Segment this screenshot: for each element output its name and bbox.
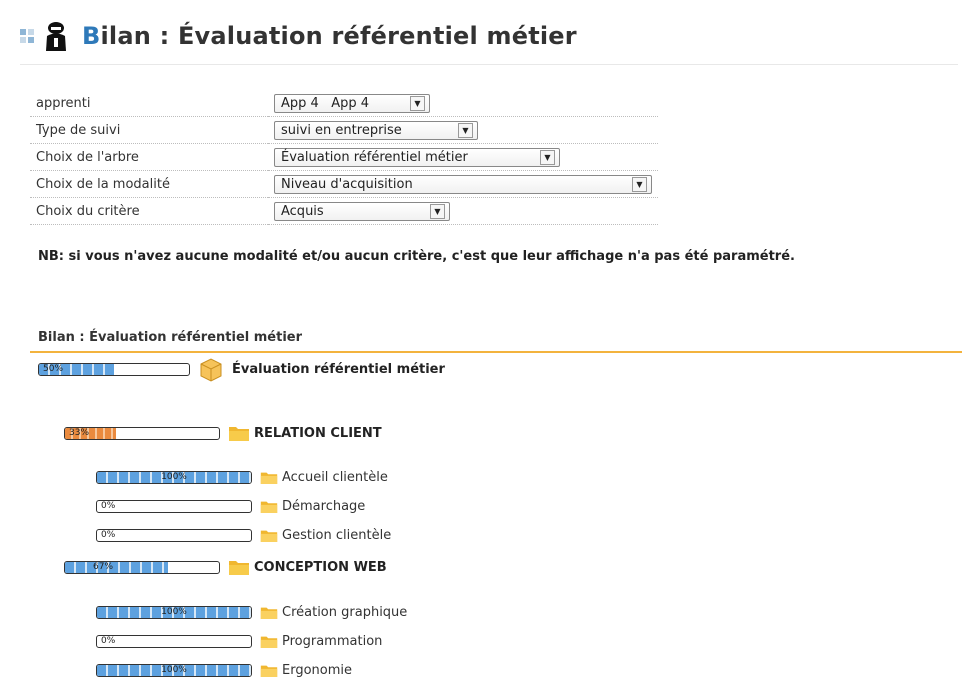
filter-row-arbre: Choix de l'arbre Évaluation référentiel … bbox=[30, 143, 658, 171]
user-icon bbox=[46, 22, 66, 51]
dropdown-arrow-icon: ▼ bbox=[458, 122, 473, 138]
dropdown-arrow-icon: ▼ bbox=[430, 203, 445, 219]
filter-label: Choix de l'arbre bbox=[30, 143, 268, 171]
folder-icon bbox=[229, 561, 249, 575]
progress-bar: 100% bbox=[96, 606, 252, 619]
tree-item-label: Démarchage bbox=[282, 499, 366, 514]
folder-icon bbox=[260, 530, 278, 543]
progress-label: 0% bbox=[101, 501, 116, 511]
section-divider bbox=[30, 351, 962, 353]
package-icon bbox=[200, 358, 222, 382]
header-divider bbox=[20, 64, 958, 65]
grid-icon bbox=[20, 29, 34, 43]
apprenti-select[interactable]: App 4 App 4 ▼ bbox=[274, 93, 430, 113]
tree-item-label: Programmation bbox=[282, 634, 383, 649]
progress-label: 67% bbox=[93, 561, 114, 572]
dropdown-arrow-icon: ▼ bbox=[410, 95, 425, 111]
folder-icon bbox=[260, 607, 278, 620]
progress-label: 100% bbox=[161, 665, 187, 675]
progress-label: 50% bbox=[43, 363, 64, 374]
filter-label: Choix de la modalité bbox=[30, 170, 268, 198]
tree-root-label: Évaluation référentiel métier bbox=[232, 361, 445, 377]
progress-bar: 67% bbox=[64, 560, 220, 574]
tree-item-label: Création graphique bbox=[282, 605, 408, 620]
tree-group-conception-web[interactable]: 67% CONCEPTION WEB bbox=[64, 558, 387, 576]
page-title: Bilan : Évaluation référentiel métier bbox=[82, 22, 577, 50]
filter-row-critere: Choix du critère Acquis ▼ bbox=[30, 197, 658, 225]
progress-label: 100% bbox=[161, 472, 187, 482]
tree-group-label: CONCEPTION WEB bbox=[254, 559, 387, 575]
progress-label: 33% bbox=[69, 427, 90, 438]
progress-bar: 0% bbox=[96, 500, 252, 513]
arbre-select[interactable]: Évaluation référentiel métier ▼ bbox=[274, 147, 560, 167]
tree-item-accueil[interactable]: 100% Accueil clientèle bbox=[96, 470, 388, 485]
tree-item-label: Ergonomie bbox=[282, 663, 353, 678]
progress-bar: 100% bbox=[96, 471, 252, 484]
modalite-select[interactable]: Niveau d'acquisition ▼ bbox=[274, 174, 652, 194]
filter-label: Choix du critère bbox=[30, 197, 268, 225]
filter-row-apprenti: apprenti App 4 App 4 ▼ bbox=[30, 90, 658, 117]
tree-item-creation-graphique[interactable]: 100% Création graphique bbox=[96, 605, 407, 620]
progress-label: 0% bbox=[101, 530, 116, 540]
tree-root[interactable]: 50% Évaluation référentiel métier bbox=[38, 356, 445, 382]
tree-item-demarchage[interactable]: 0% Démarchage bbox=[96, 499, 365, 514]
section-title: Bilan : Évaluation référentiel métier bbox=[38, 330, 303, 345]
tree-group-label: RELATION CLIENT bbox=[254, 425, 382, 441]
progress-bar: 0% bbox=[96, 635, 252, 648]
progress-label: 100% bbox=[161, 607, 187, 617]
filter-label: Type de suivi bbox=[30, 116, 268, 144]
tree-item-gestion[interactable]: 0% Gestion clientèle bbox=[96, 528, 391, 543]
tree-item-programmation[interactable]: 0% Programmation bbox=[96, 634, 382, 649]
filter-table: apprenti App 4 App 4 ▼ Type de suivi suiv… bbox=[30, 90, 658, 225]
type-suivi-select[interactable]: suivi en entreprise ▼ bbox=[274, 120, 478, 140]
progress-bar: 33% bbox=[64, 426, 220, 440]
critere-select[interactable]: Acquis ▼ bbox=[274, 201, 450, 221]
configuration-note: NB: si vous n'avez aucune modalité et/ou… bbox=[38, 249, 795, 264]
folder-icon bbox=[229, 427, 249, 441]
filter-row-type-suivi: Type de suivi suivi en entreprise ▼ bbox=[30, 116, 658, 144]
progress-label: 0% bbox=[101, 636, 116, 646]
filter-label: apprenti bbox=[30, 90, 268, 117]
dropdown-arrow-icon: ▼ bbox=[632, 176, 647, 192]
folder-icon bbox=[260, 501, 278, 514]
progress-bar: 0% bbox=[96, 529, 252, 542]
tree-item-ergonomie[interactable]: 100% Ergonomie bbox=[96, 663, 352, 678]
progress-bar: 50% bbox=[38, 362, 190, 376]
folder-icon bbox=[260, 665, 278, 678]
folder-icon bbox=[260, 636, 278, 649]
page-header: Bilan : Évaluation référentiel métier bbox=[20, 16, 577, 56]
progress-bar: 100% bbox=[96, 664, 252, 677]
filter-row-modalite: Choix de la modalité Niveau d'acquisitio… bbox=[30, 170, 658, 198]
tree-group-relation-client[interactable]: 33% RELATION CLIENT bbox=[64, 424, 382, 442]
folder-icon bbox=[260, 472, 278, 485]
tree-item-label: Gestion clientèle bbox=[282, 528, 392, 543]
dropdown-arrow-icon: ▼ bbox=[540, 149, 555, 165]
tree-item-label: Accueil clientèle bbox=[282, 470, 388, 485]
